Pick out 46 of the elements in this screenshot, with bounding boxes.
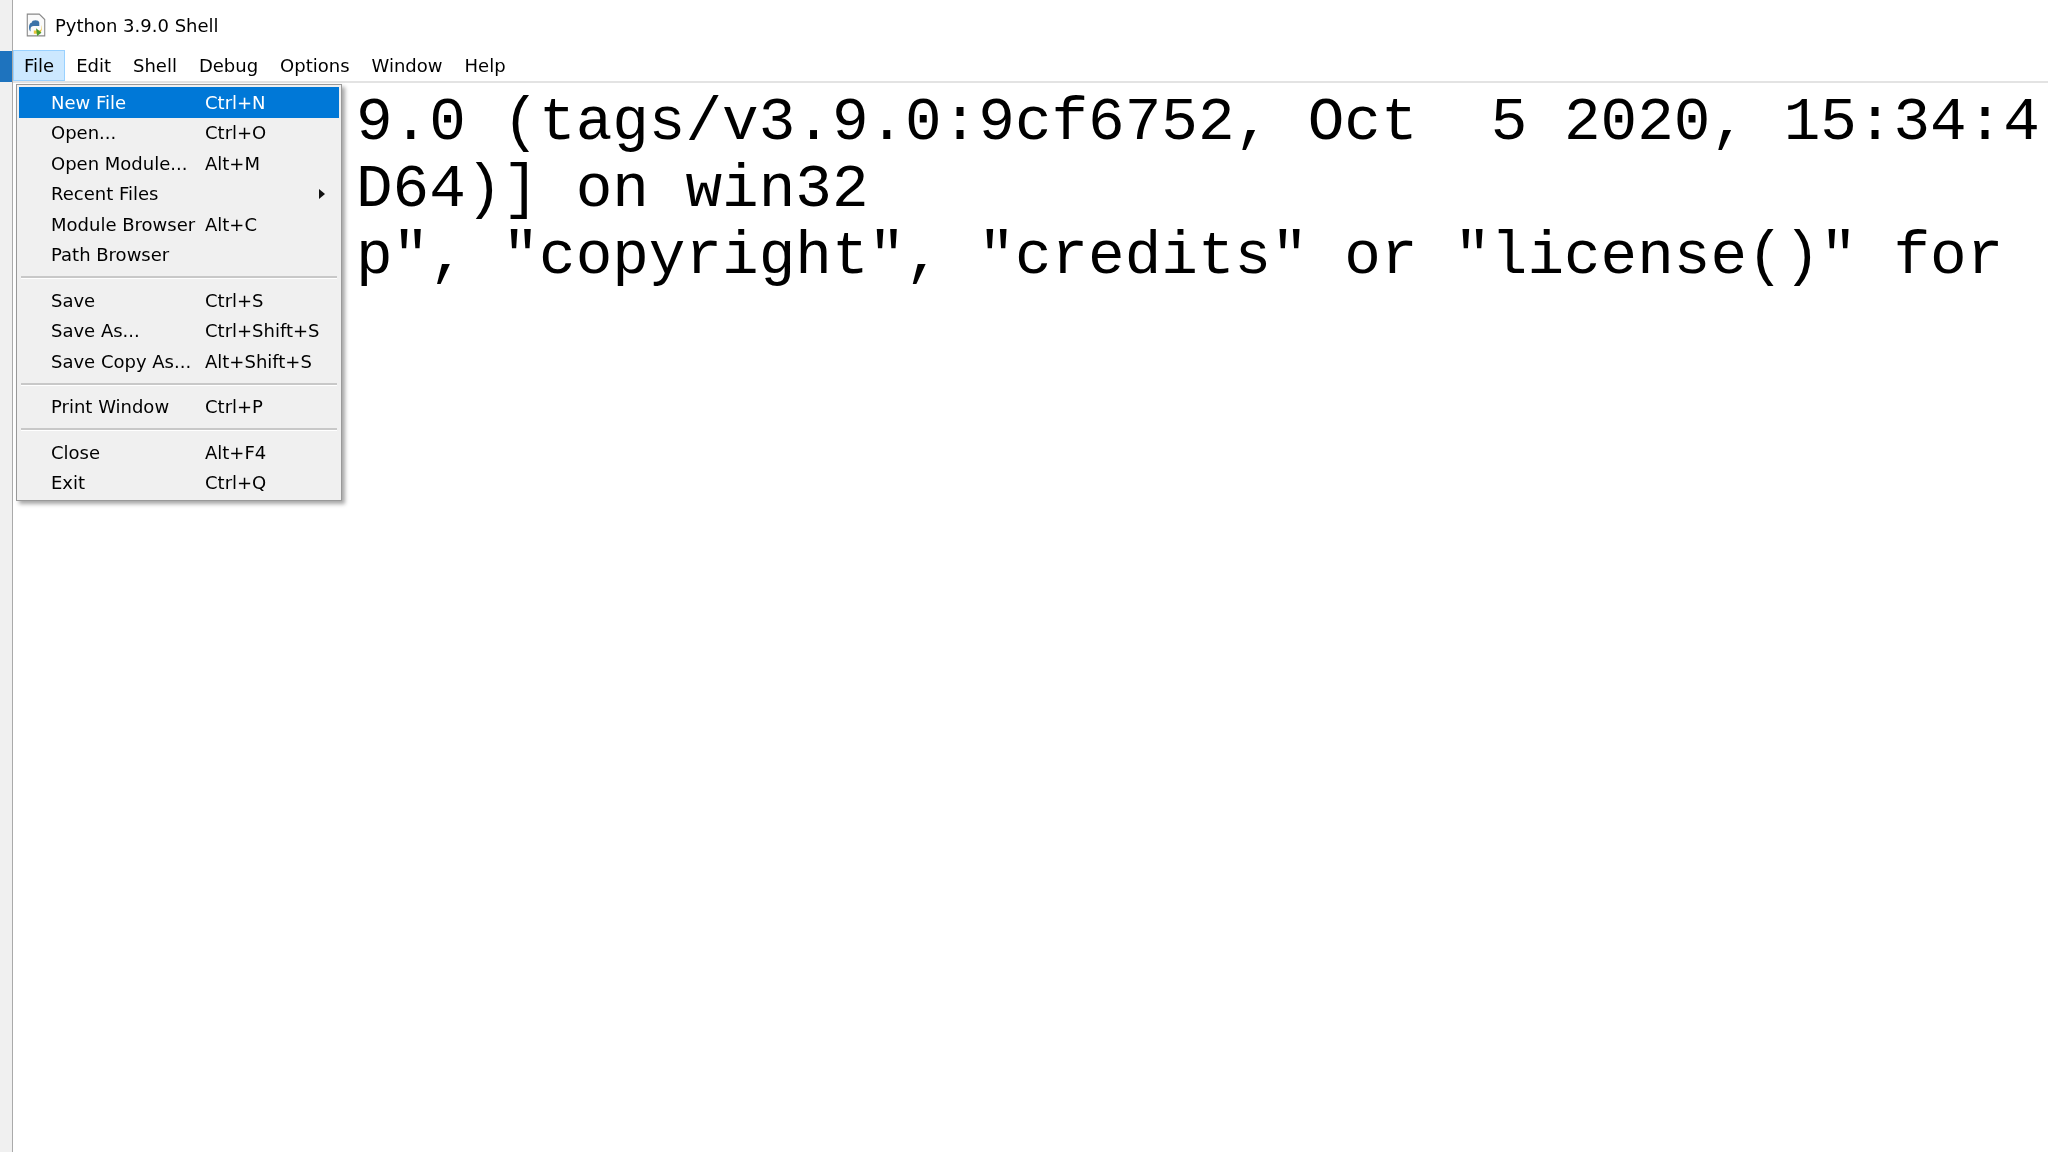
entry-label: Module Browser: [51, 213, 197, 235]
menu-entry[interactable]: Exit Ctrl+Q: [19, 467, 339, 498]
menu-item[interactable]: Help: [453, 50, 517, 81]
shell-output-line: p", "copyright", "credits" or "license()" for: [356, 223, 2004, 290]
menu-entry[interactable]: Print Window Ctrl+P: [19, 391, 339, 422]
shortcut-label: Alt+Shift+S: [205, 350, 312, 372]
entry-label: Close: [51, 441, 102, 463]
shortcut-label: Ctrl+P: [205, 396, 263, 418]
entry-label: Open...: [51, 122, 118, 144]
menu-entry[interactable]: New File Ctrl+N: [19, 87, 339, 118]
entry-label: Save As...: [51, 320, 141, 342]
entry-label: Recent Files: [51, 183, 160, 205]
shell-output-line: D64)] on win32: [356, 156, 869, 223]
shortcut-label: Ctrl+Q: [205, 472, 267, 494]
menu-entry[interactable]: Save Copy As... Alt+Shift+S: [19, 346, 339, 377]
entry-label: Save Copy As...: [51, 350, 193, 372]
window-title: Python 3.9.0 Shell: [55, 14, 219, 36]
entry-label: New File: [51, 91, 128, 113]
menu-entry[interactable]: Recent Files: [19, 178, 339, 209]
menu-entry[interactable]: Module Browser Alt+C: [19, 209, 339, 240]
shortcut-label: Ctrl+Shift+S: [205, 320, 320, 342]
menu-entry[interactable]: Close Alt+F4: [19, 437, 339, 468]
menu-entry[interactable]: Save Ctrl+S: [19, 285, 339, 316]
menu-item[interactable]: Shell: [122, 50, 188, 81]
entry-label: Path Browser: [51, 244, 171, 266]
menu-entry[interactable]: Open Module... Alt+M: [19, 148, 339, 179]
shortcut-label: Ctrl+S: [205, 289, 264, 311]
shortcut-label: Ctrl+N: [205, 91, 266, 113]
shell-output-line: 9.0 (tags/v3.9.0:9cf6752, Oct 5 2020, 15:34:4: [356, 89, 2040, 156]
menu-entry[interactable]: Save As... Ctrl+Shift+S: [19, 315, 339, 346]
entry-label: Exit: [51, 472, 87, 494]
entry-label: Print Window: [51, 396, 171, 418]
shortcut-label: Ctrl+O: [205, 122, 267, 144]
menu-item[interactable]: File: [13, 50, 66, 81]
entry-label: Save: [51, 289, 97, 311]
menu-item[interactable]: Window: [360, 50, 454, 81]
shortcut-label: Alt+M: [205, 152, 260, 174]
entry-label: Open Module...: [51, 152, 189, 174]
shortcut-label: Alt+C: [205, 213, 258, 235]
menu-entry[interactable]: Path Browser: [19, 239, 339, 270]
menu-item[interactable]: Edit: [65, 50, 122, 81]
menu-entry[interactable]: Open... Ctrl+O: [19, 117, 339, 148]
menu-item[interactable]: Debug: [187, 50, 270, 81]
shortcut-label: Alt+F4: [205, 441, 267, 463]
menu-item[interactable]: Options: [269, 50, 361, 81]
python-file-icon: [25, 13, 47, 37]
